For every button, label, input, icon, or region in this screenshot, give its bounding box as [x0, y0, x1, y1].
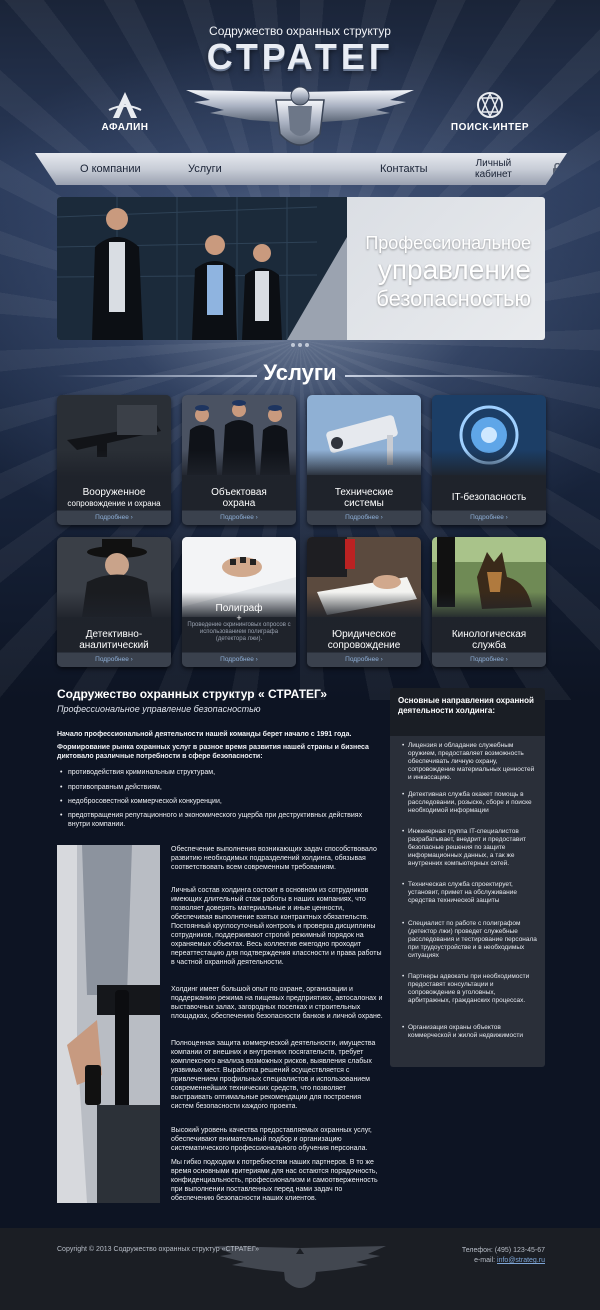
article-paragraph: Высокий уровень качества предоставляемых… [171, 1127, 372, 1152]
hero-line2: управление [377, 254, 531, 285]
email-label: e-mail: [474, 1257, 498, 1264]
article-paragraph: Мы гибко подходим к потребностям наших п… [171, 1159, 378, 1202]
card-more-link[interactable]: Подробнее › [57, 653, 171, 667]
list-item: Детективная служба окажет помощь в рассл… [402, 791, 537, 815]
footer-email-row: e-mail: info@strateg.ru [462, 1256, 545, 1266]
afalin-icon [108, 92, 142, 118]
site-logo-title[interactable]: СТРАТЕГ [0, 36, 600, 78]
service-card-object[interactable]: Объектовая охрана Подробнее › [182, 395, 296, 525]
list-item: Специалист по работе с полиграфом (детек… [402, 920, 537, 960]
list-item: Организация охраны объектов коммерческой… [402, 1024, 537, 1040]
card-title: Детективно- [85, 629, 143, 640]
list-item: Инженерная группа IT-специалистов разраб… [402, 828, 537, 868]
card-subtitle: служба [472, 640, 506, 651]
email-link[interactable]: info@strateg.ru [497, 1257, 545, 1264]
card-title: IT-безопасность [451, 492, 527, 503]
service-card-detective[interactable]: Детективно- аналитический Подробнее › [57, 537, 171, 667]
card-more-link[interactable]: Подробнее › [432, 511, 546, 525]
card-title: Юридическое [331, 629, 397, 640]
main-navigation: О компании Услуги Контакты Личный кабине… [35, 153, 567, 185]
hero-line3: безопасностью [376, 286, 531, 311]
market-paragraph: Формирование рынка охранных услуг в разн… [57, 744, 369, 760]
card-more-link[interactable]: Подробнее › [57, 511, 171, 525]
article-paragraph: Личный состав холдинга состоит в основно… [171, 887, 382, 966]
card-subtitle: сопровождение и охрана [67, 499, 161, 508]
card-subtitle: Проведение скрининговых опросов с исполь… [187, 622, 291, 642]
service-card-it[interactable]: IT-безопасность Подробнее › [432, 395, 546, 525]
service-card-armed[interactable]: Вооруженное сопровождение и охрана Подро… [57, 395, 171, 525]
intro-paragraph: Начало профессиональной деятельности наш… [57, 731, 352, 738]
card-subtitle: системы [344, 498, 384, 509]
partner-afalin-logo[interactable]: АФАЛИН [80, 90, 170, 150]
list-item: Техническая служба спроектирует, установ… [402, 881, 537, 905]
card-title: Вооруженное [82, 487, 146, 498]
footer-phone: Телефон: (495) 123-45-67 [461, 1247, 545, 1254]
card-title: Кинологическая [451, 629, 527, 640]
content-title: Содружество охранных структур « СТРАТЕГ» [57, 687, 328, 701]
services-title: Услуги [263, 360, 337, 385]
slider-dot[interactable] [291, 343, 295, 347]
sidebar-title: Основные направления охранной деятельнос… [398, 696, 534, 715]
slider-dot[interactable] [298, 343, 302, 347]
list-item: недобросовестной коммерческой конкуренци… [60, 797, 380, 806]
list-item: Лицензия и обладание служебным оружием, … [402, 742, 537, 782]
card-more-link[interactable]: Подробнее › [307, 511, 421, 525]
hero-line1: Профессиональное [365, 233, 531, 253]
card-title: Объектовая [211, 487, 267, 498]
security-guard-photo [57, 845, 160, 1203]
list-item: противоправным действиям, [60, 783, 380, 792]
card-more-link[interactable]: Подробнее › [432, 653, 546, 667]
card-subtitle: сопровождение [327, 640, 401, 651]
service-card-technical[interactable]: Технические системы Подробнее › [307, 395, 421, 525]
sidebar-header: Основные направления охранной деятельнос… [390, 688, 545, 736]
list-item: предотвращения репутационного и экономич… [60, 811, 380, 829]
partner-right-name: ПОИСК-ИНТЕР [450, 122, 530, 133]
nav-item-services[interactable]: Услуги [188, 153, 222, 185]
card-subtitle: охрана [222, 498, 256, 509]
partner-poisk-inter-logo[interactable]: ПОИСК-ИНТЕР [445, 90, 535, 150]
cabinet-line1: Личный [475, 158, 512, 169]
card-subtitle: аналитический [79, 640, 149, 651]
hero-slider[interactable]: Профессиональное управление безопасность… [57, 197, 545, 340]
slider-dots [291, 343, 311, 347]
service-card-canine[interactable]: Кинологическая служба Подробнее › [432, 537, 546, 667]
poisk-inter-icon [477, 92, 503, 118]
list-item: Партнеры адвокаты при необходимости пред… [402, 973, 537, 1005]
card-more-link[interactable]: Подробнее › [182, 653, 296, 667]
nav-item-about[interactable]: О компании [80, 153, 141, 185]
partner-left-name: АФАЛИН [101, 122, 149, 133]
nav-item-contacts[interactable]: Контакты [380, 153, 428, 185]
service-card-legal[interactable]: Юридическое сопровождение Подробнее › [307, 537, 421, 667]
content-subtitle: Профессиональное управление безопасность… [57, 704, 261, 714]
card-title: Технические [334, 487, 394, 498]
list-item: противодействия криминальным структурам, [60, 768, 380, 777]
article-paragraph: Холдинг имеет большой опыт по охране, ор… [171, 986, 383, 1020]
article-paragraph: Полноценная защита коммерческой деятельн… [171, 1040, 376, 1110]
card-more-link[interactable]: Подробнее › [182, 511, 296, 525]
slider-dot[interactable] [305, 343, 309, 347]
heading-line-right [345, 375, 545, 377]
hero-caption: Профессиональное управление безопасность… [365, 233, 531, 312]
site-footer: Copyright © 2013 Содружество охранных ст… [0, 1228, 600, 1310]
sidebar-directions: Основные направления охранной деятельнос… [390, 688, 545, 1067]
service-card-polygraph[interactable]: Полиграф + Проведение скрининговых опрос… [182, 537, 296, 667]
footer-contacts: Телефон: (495) 123-45-67 e-mail: info@st… [462, 1246, 545, 1266]
wings-emblem-icon [186, 86, 414, 146]
bodyguards-photo [57, 197, 347, 340]
card-more-link[interactable]: Подробнее › [307, 653, 421, 667]
article-paragraph: Обеспечение выполнения возникающих задач… [171, 846, 377, 871]
services-heading: Услуги [0, 360, 600, 390]
cabinet-line2: кабинет [475, 169, 512, 180]
copyright-text: Copyright © 2013 Содружество охранных ст… [57, 1246, 260, 1253]
